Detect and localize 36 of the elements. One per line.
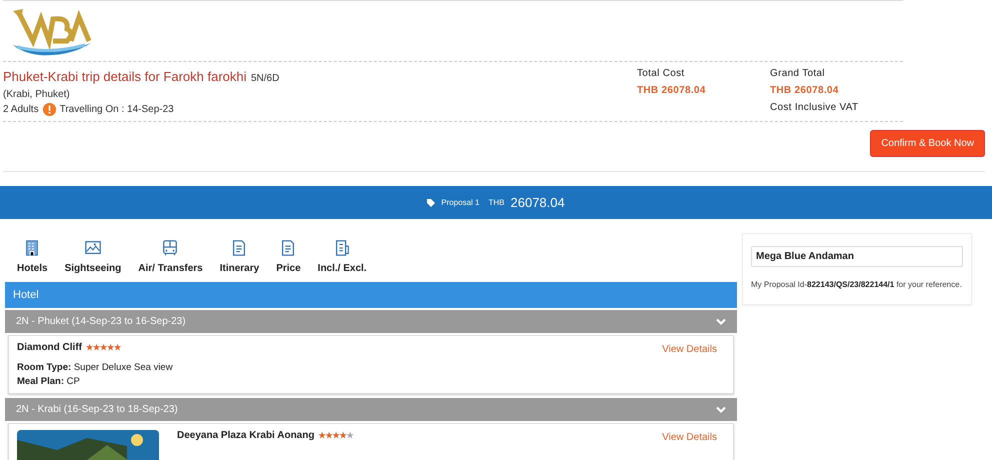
hotel-name: Diamond Cliff <box>17 342 82 353</box>
meal-plan: Meal Plan: CP <box>17 376 81 387</box>
tab[interactable]: Price <box>272 237 314 280</box>
bus-icon <box>161 239 180 257</box>
image-icon <box>84 239 102 257</box>
section-header: Hotel <box>5 282 737 308</box>
trip-locations: (Krabi, Phuket) <box>3 89 71 100</box>
currency: THB <box>488 198 504 207</box>
trip-title: Phuket-Krabi trip details for Farokh farokhi <box>3 69 246 84</box>
total-cost-label: Total Cost <box>637 68 686 79</box>
bill-icon <box>333 239 352 257</box>
tab[interactable]: Air/ Transfers <box>134 237 216 280</box>
warning-icon <box>42 103 56 116</box>
travellers: 2 Adults <box>3 104 39 115</box>
grand-total: THB 26078.04 <box>770 85 840 96</box>
proposal-amount: 26078.04 <box>510 195 565 210</box>
tab[interactable]: Incl./ Excl. <box>314 237 380 280</box>
star-rating: ★★★★★ <box>86 343 121 352</box>
tag-icon <box>427 198 436 206</box>
vat-note: Cost Inclusive VAT <box>770 102 860 113</box>
proposal-label: Proposal 1 <box>441 198 480 207</box>
confirm-book-button[interactable]: Confirm & Book Now <box>870 130 985 157</box>
grand-total-label: Grand Total <box>770 68 826 79</box>
agency-name: Mega Blue Andaman <box>751 246 963 267</box>
tab[interactable]: Sightseeing <box>60 237 134 280</box>
travel-date: Travelling On : 14-Sep-23 <box>60 104 174 115</box>
total-cost: THB 26078.04 <box>637 85 707 96</box>
star-rating: ★★★★★ <box>318 431 354 440</box>
chevron-down-icon <box>716 318 726 326</box>
tab[interactable]: Hotels <box>13 237 61 280</box>
proposal-note: My Proposal Id-822143/QS/23/822144/1 for your reference. <box>751 280 963 290</box>
trip-duration: 5N/6D <box>250 73 280 84</box>
tab[interactable]: Itinerary <box>216 237 272 280</box>
hotel-name: Deeyana Plaza Krabi Aonang <box>177 430 314 441</box>
chevron-down-icon <box>716 406 726 414</box>
room-type: Room Type: Super Deluxe Sea view <box>17 362 174 373</box>
